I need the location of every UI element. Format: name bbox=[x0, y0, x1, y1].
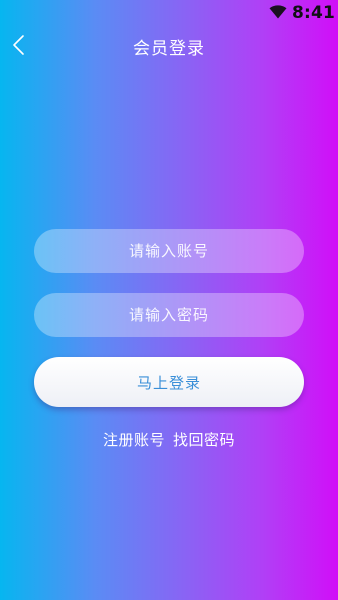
status-bar: 8:41 bbox=[0, 0, 338, 26]
status-time: 8:41 bbox=[292, 3, 336, 23]
password-input[interactable] bbox=[34, 292, 304, 338]
page-title: 会员登录 bbox=[133, 39, 205, 59]
register-link[interactable]: 注册账号 bbox=[103, 431, 165, 449]
account-input[interactable] bbox=[34, 228, 304, 274]
account-field[interactable] bbox=[34, 228, 304, 274]
password-field[interactable] bbox=[34, 292, 304, 338]
login-button[interactable]: 马上登录 bbox=[34, 357, 304, 407]
header: 会员登录 bbox=[0, 28, 338, 64]
forgot-password-link[interactable]: 找回密码 bbox=[173, 431, 235, 449]
auxiliary-links: 注册账号 找回密码 bbox=[0, 429, 338, 450]
wifi-icon bbox=[269, 5, 287, 19]
